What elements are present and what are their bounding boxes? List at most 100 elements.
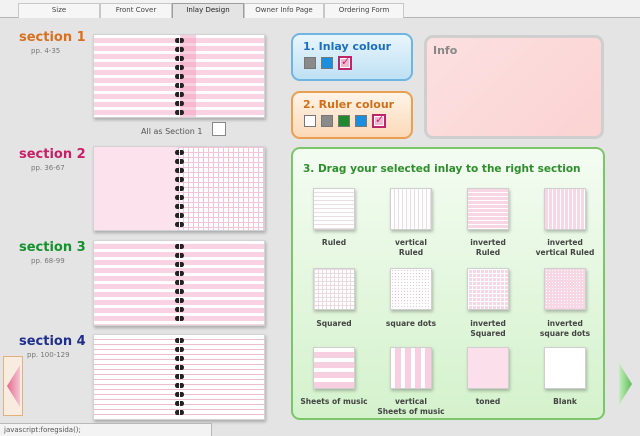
inlay-swatch-blue[interactable] [321,57,333,69]
spiral-ring [175,289,185,294]
notebook-right-page [178,147,264,230]
inlay-ruled[interactable] [313,188,355,230]
spiral-ring [175,195,185,200]
inlay-label: toned [475,397,501,406]
inlay-square-dots[interactable] [390,268,432,310]
spiral-ring [175,365,185,370]
section-1-notebook[interactable] [93,34,265,118]
status-bar: javascript:foregsida(); [0,423,212,436]
checkmark-icon: ✓ [375,113,385,126]
section-4-title: section 4 [19,334,86,349]
tab-front-cover[interactable]: Front Cover [100,3,172,18]
ruler-swatch-grey[interactable] [321,115,333,127]
inlay-label: inverted square dots [539,319,591,338]
spiral-ring [175,307,185,312]
section-3-pages: pp. 68-99 [31,257,65,265]
all-as-section-checkbox[interactable] [212,122,226,136]
inlay-squared[interactable] [313,268,355,310]
drag-panel-title: 3. Drag your selected inlay to the right… [303,163,581,175]
tab-inlay-design[interactable]: Inlay Design [172,3,244,18]
inlay-colour-panel: 1. Inlay colour ✓ [291,33,413,81]
inlay-label: inverted Ruled [470,238,506,257]
spiral-ring [175,253,185,258]
spiral-ring [175,262,185,267]
inlay-label: Sheets of music [300,397,368,406]
prev-button[interactable] [3,356,23,416]
inlay-label: inverted vertical Ruled [535,238,595,257]
notebook-right-page [178,241,264,325]
spiral-ring [175,177,185,182]
spiral-ring [175,47,185,52]
notebook-right-page [178,335,264,419]
inlay-inverted-square-dots[interactable] [544,268,586,310]
inlay-vertical-ruled[interactable] [390,188,432,230]
spiral-binding [174,335,186,419]
inlay-swatch-pink[interactable]: ✓ [338,55,352,70]
info-title: Info [433,44,458,57]
tab-size[interactable]: Size [18,3,100,18]
spiral-ring [175,383,185,388]
spiral-ring [175,110,185,115]
inlay-colour-title: 1. Inlay colour [303,40,392,53]
next-button[interactable] [617,355,635,413]
spiral-ring [175,159,185,164]
inlay-inverted-ruled[interactable] [467,188,509,230]
section-1-pages: pp. 4-35 [31,47,61,55]
spiral-ring [175,410,185,415]
spiral-ring [175,101,185,106]
spiral-ring [175,401,185,406]
arrow-left-icon [7,365,20,407]
notebook-left-page [94,147,180,230]
inlay-inverted-squared[interactable] [467,268,509,310]
inlay-blank[interactable] [544,347,586,389]
spiral-ring [175,83,185,88]
section-2-pages: pp. 36-67 [31,164,65,172]
ruler-swatch-green[interactable] [338,115,350,127]
inlay-toned[interactable] [467,347,509,389]
inlay-label: inverted Squared [470,319,506,338]
spiral-binding [174,241,186,325]
section-2-notebook[interactable] [93,146,265,231]
section-1-title: section 1 [19,30,86,45]
spiral-ring [175,298,185,303]
inlay-label: Blank [553,397,577,406]
spiral-ring [175,244,185,249]
notebook-left-page [94,35,180,117]
section-4-notebook[interactable] [93,334,265,420]
tab-owner-info-page[interactable]: Owner Info Page [244,3,324,18]
spiral-ring [175,186,185,191]
tab-ordering-form[interactable]: Ordering Form [324,3,404,18]
all-as-section-label: All as Section 1 [141,127,203,136]
inlay-label: vertical Ruled [395,238,427,257]
spiral-ring [175,316,185,321]
spiral-ring [175,65,185,70]
section-4-pages: pp. 100-129 [27,351,70,359]
spiral-ring [175,222,185,227]
spiral-ring [175,213,185,218]
inlay-sheets-of-music[interactable] [313,347,355,389]
inlay-vertical-sheets-of-music[interactable] [390,347,432,389]
ruler-swatch-white[interactable] [304,115,316,127]
ruler-swatch-blue[interactable] [355,115,367,127]
inlay-drag-panel: 3. Drag your selected inlay to the right… [291,147,605,420]
inlay-label: vertical Sheets of music [377,397,445,416]
inlay-swatch-grey[interactable] [304,57,316,69]
notebook-left-page [94,335,180,419]
spiral-ring [175,56,185,61]
spiral-ring [175,392,185,397]
section-3-title: section 3 [19,240,86,255]
inlay-label: square dots [385,319,437,328]
spiral-ring [175,38,185,43]
spiral-ring [175,271,185,276]
section-3-notebook[interactable] [93,240,265,326]
inlay-inverted-vertical-ruled[interactable] [544,188,586,230]
ruler-colour-panel: 2. Ruler colour ✓ [291,91,413,139]
inlay-label: Ruled [321,238,347,247]
ruler-swatch-pink[interactable]: ✓ [372,113,386,128]
tab-bar: Size Front Cover Inlay Design Owner Info… [0,0,640,18]
spiral-ring [175,374,185,379]
spiral-ring [175,280,185,285]
spiral-binding [174,35,186,117]
spiral-ring [175,338,185,343]
spiral-ring [175,168,185,173]
